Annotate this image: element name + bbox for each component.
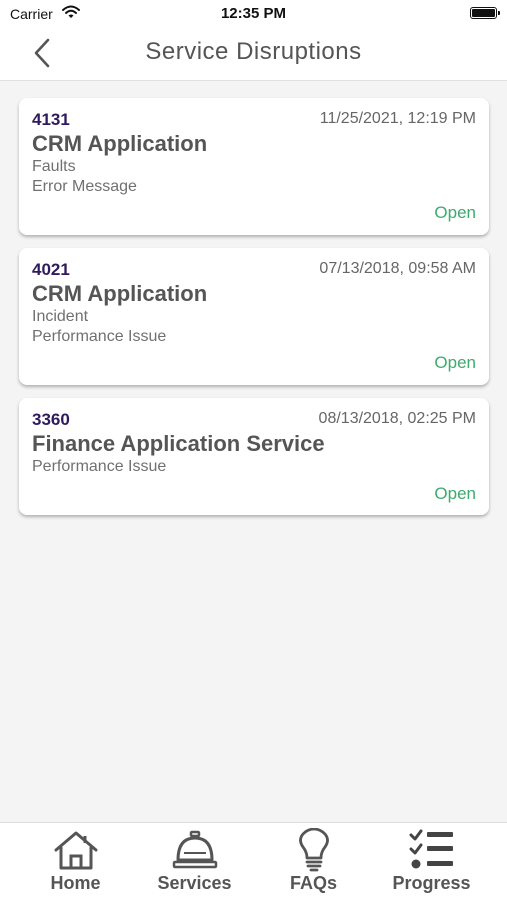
page-title: Service Disruptions bbox=[145, 38, 362, 65]
disruption-card[interactable]: 3360 08/13/2018, 02:25 PM Finance Applic… bbox=[19, 398, 489, 515]
status-time: 12:35 PM bbox=[220, 5, 287, 22]
status-bar: Carrier 12:35 PM bbox=[0, 0, 507, 28]
disruption-type: Performance Issue bbox=[32, 328, 167, 345]
disruption-card[interactable]: 4021 07/13/2018, 09:58 AM CRM Applicatio… bbox=[19, 248, 489, 385]
disruption-category: Performance Issue bbox=[32, 458, 167, 475]
disruption-title: Finance Application Service bbox=[32, 431, 325, 456]
disruption-list: 4131 11/25/2021, 12:19 PM CRM Applicatio… bbox=[19, 98, 489, 528]
tab-home-label: Home bbox=[50, 873, 101, 893]
tab-home[interactable]: Home bbox=[12, 823, 139, 901]
disruption-category: Faults bbox=[32, 158, 76, 175]
status-badge: Open bbox=[434, 353, 476, 372]
checklist-icon bbox=[409, 829, 453, 869]
disruption-id: 4021 bbox=[32, 260, 70, 279]
tab-progress-label: Progress bbox=[392, 873, 471, 893]
disruption-date: 11/25/2021, 12:19 PM bbox=[319, 110, 476, 127]
tab-faqs[interactable]: FAQs bbox=[250, 823, 377, 901]
tab-progress[interactable]: Progress bbox=[368, 823, 495, 901]
home-icon bbox=[54, 831, 97, 870]
navigation-bar: Service Disruptions bbox=[0, 28, 507, 81]
disruption-card[interactable]: 4131 11/25/2021, 12:19 PM CRM Applicatio… bbox=[19, 98, 489, 235]
status-badge: Open bbox=[434, 203, 476, 222]
tab-services[interactable]: Services bbox=[131, 823, 258, 901]
status-badge: Open bbox=[434, 484, 476, 503]
disruption-title: CRM Application bbox=[32, 281, 208, 306]
disruption-type: Error Message bbox=[32, 178, 137, 195]
tab-faqs-label: FAQs bbox=[289, 873, 337, 893]
tab-services-label: Services bbox=[157, 873, 232, 893]
disruption-date: 07/13/2018, 09:58 AM bbox=[319, 260, 476, 277]
disruption-title: CRM Application bbox=[32, 131, 208, 156]
disruption-date: 08/13/2018, 02:25 PM bbox=[318, 410, 476, 427]
battery-icon bbox=[470, 7, 500, 19]
service-bell-icon bbox=[172, 830, 217, 869]
lightbulb-icon bbox=[298, 828, 329, 872]
disruption-category: Incident bbox=[32, 308, 89, 325]
disruption-id: 4131 bbox=[32, 110, 70, 129]
disruption-id: 3360 bbox=[32, 410, 70, 429]
tab-bar: Home Services FAQs Progress bbox=[0, 822, 507, 901]
